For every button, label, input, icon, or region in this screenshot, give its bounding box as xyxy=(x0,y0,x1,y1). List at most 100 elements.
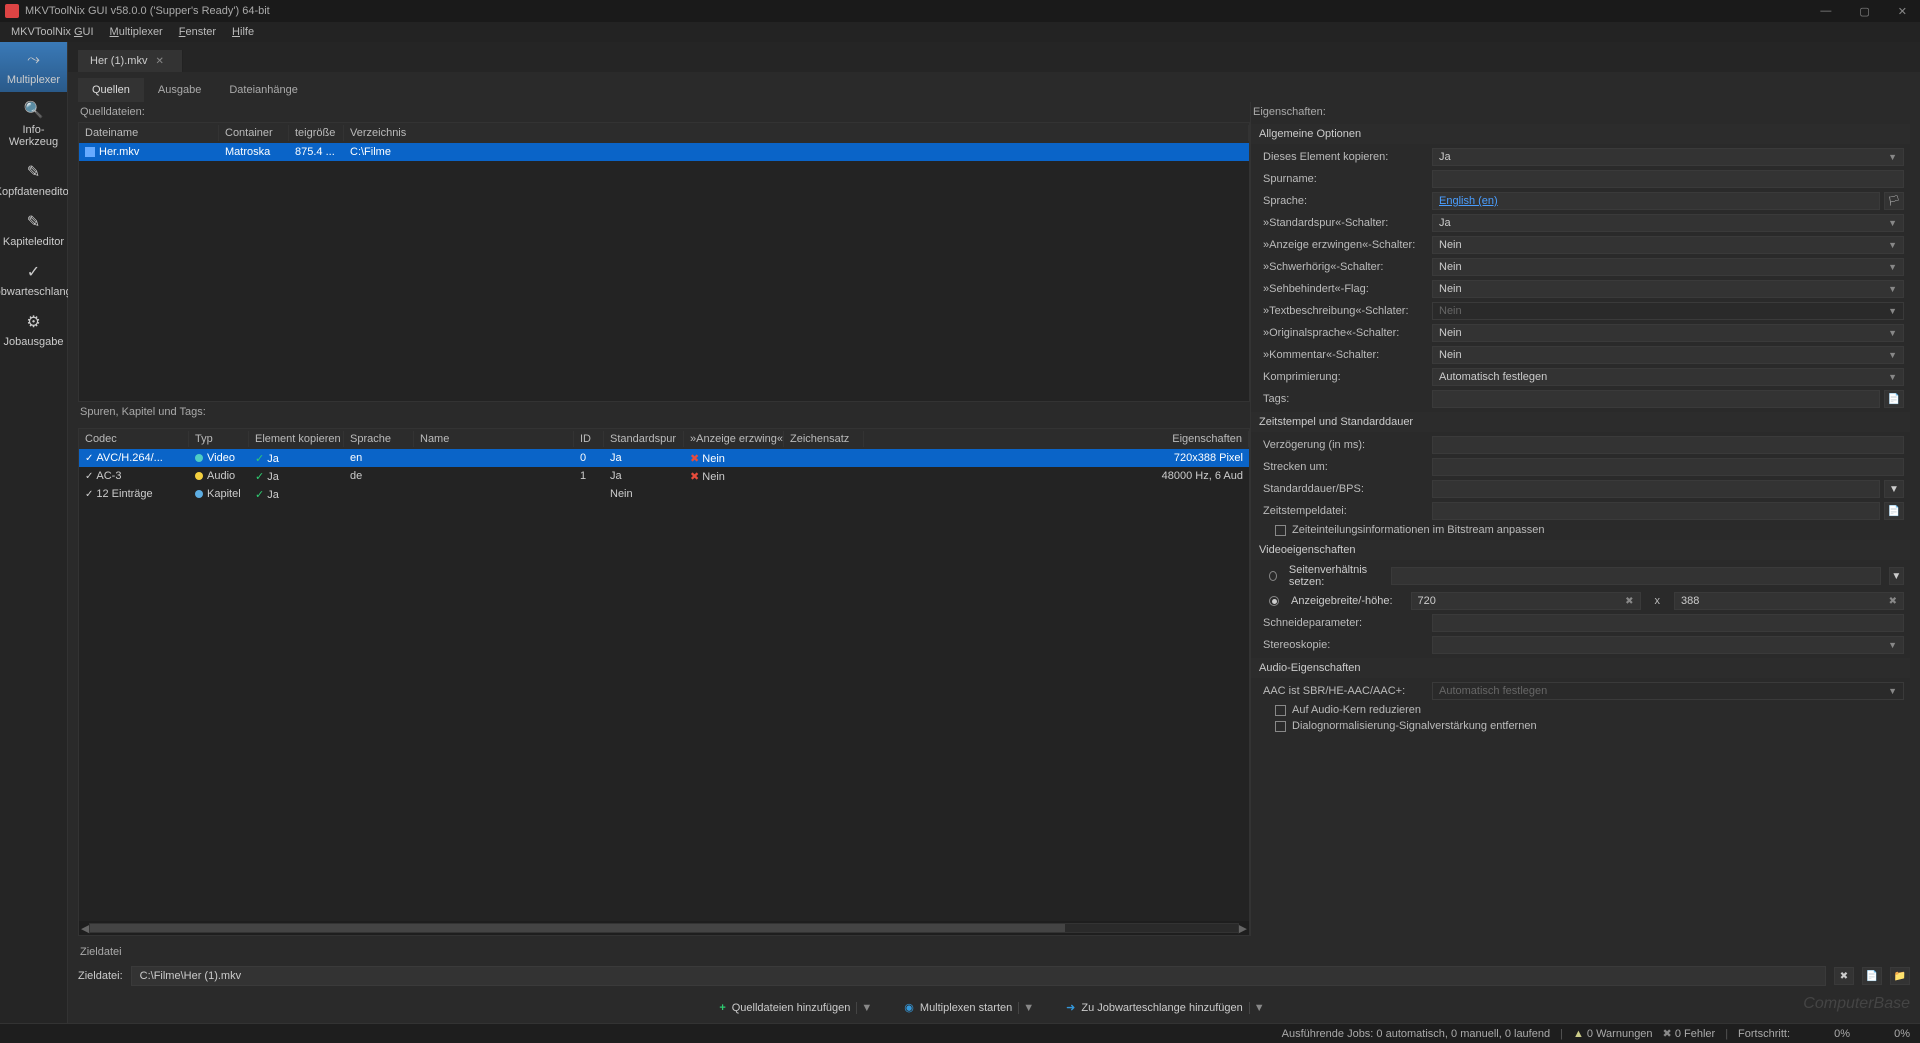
chapter-editor-icon: ✎ xyxy=(22,210,46,234)
properties-label: Eigenschaften: xyxy=(1251,102,1910,122)
status-progress-label: Fortschritt: xyxy=(1738,1028,1790,1040)
track-row[interactable]: AVC/H.264/...VideoJaen0JaNein720x388 Pix… xyxy=(79,449,1249,467)
original-language-dropdown[interactable]: Nein▼ xyxy=(1432,324,1904,342)
chevron-down-icon: ▼ xyxy=(1888,372,1897,382)
timestamp-browse-button[interactable]: 📄 xyxy=(1884,502,1904,520)
chevron-down-icon[interactable]: ▼ xyxy=(856,1002,876,1014)
aspect-ratio-radio[interactable]: Seitenverhältnis setzen:▼ xyxy=(1251,562,1910,590)
chevron-down-icon: ▼ xyxy=(1888,328,1897,338)
track-row[interactable]: AC-3AudioJade1JaNein48000 Hz, 6 Aud xyxy=(79,467,1249,485)
duration-dropdown-button[interactable]: ▼ xyxy=(1884,480,1904,498)
scroll-left-icon[interactable]: ◀ xyxy=(81,922,89,935)
reduce-audio-core-checkbox[interactable]: Auf Audio-Kern reduzieren xyxy=(1251,702,1910,718)
info-icon: 🔍 xyxy=(22,98,46,122)
add-to-queue-button[interactable]: ➜Zu Jobwarteschlange hinzufügen▼ xyxy=(1056,998,1279,1017)
cropping-input[interactable] xyxy=(1432,614,1904,632)
tracks-horizontal-scrollbar[interactable]: ◀ ▶ xyxy=(79,921,1249,935)
tab-ausgabe[interactable]: Ausgabe xyxy=(144,78,215,102)
checkbox-icon xyxy=(1275,525,1286,536)
delay-input[interactable] xyxy=(1432,436,1904,454)
track-row[interactable]: 12 EinträgeKapitelJaNein xyxy=(79,485,1249,503)
timestamp-file-input[interactable] xyxy=(1432,502,1880,520)
source-files-table[interactable]: Dateiname Container teigröße Verzeichnis… xyxy=(78,122,1250,402)
tab-quellen[interactable]: Quellen xyxy=(78,78,144,102)
commentary-dropdown[interactable]: Nein▼ xyxy=(1432,346,1904,364)
status-errors[interactable]: 0 Fehler xyxy=(1663,1027,1716,1040)
status-jobs: Ausführende Jobs: 0 automatisch, 0 manue… xyxy=(1282,1028,1550,1040)
section-general-options: Allgemeine Optionen xyxy=(1251,124,1910,144)
multiplexer-icon: ⤳ xyxy=(22,48,46,72)
scrollbar-thumb[interactable] xyxy=(90,924,1065,932)
default-duration-input[interactable] xyxy=(1432,480,1880,498)
tool-sidebar: ⤳ Multiplexer 🔍 Info-Werkzeug ✎ Kopfdate… xyxy=(0,42,68,1023)
queue-icon: ➜ xyxy=(1066,1001,1075,1014)
aspect-ratio-input[interactable] xyxy=(1391,567,1881,585)
tracks-label: Spuren, Kapitel und Tags: xyxy=(78,402,1250,422)
chevron-down-icon[interactable]: ▼ xyxy=(1249,1002,1269,1014)
visual-impaired-dropdown[interactable]: Nein▼ xyxy=(1432,280,1904,298)
remove-dialog-norm-checkbox[interactable]: Dialognormalisierung-Signalverstärkung e… xyxy=(1251,718,1910,734)
scroll-right-icon[interactable]: ▶ xyxy=(1239,922,1247,935)
stereoscopy-dropdown[interactable]: ▼ xyxy=(1432,636,1904,654)
sidebar-job-queue[interactable]: ✓ Jobwarteschlange xyxy=(0,254,67,304)
forced-display-dropdown[interactable]: Nein▼ xyxy=(1432,236,1904,254)
default-track-dropdown[interactable]: Ja▼ xyxy=(1432,214,1904,232)
status-warnings[interactable]: 0 Warnungen xyxy=(1573,1028,1653,1040)
job-output-icon: ⚙ xyxy=(22,310,46,334)
sidebar-header-editor[interactable]: ✎ Kopfdateneditor xyxy=(0,154,67,204)
stretch-input[interactable] xyxy=(1432,458,1904,476)
tags-input[interactable] xyxy=(1432,390,1880,408)
chevron-down-icon: ▼ xyxy=(1888,350,1897,360)
clear-destination-button[interactable]: ✖ xyxy=(1834,967,1854,985)
hearing-impaired-dropdown[interactable]: Nein▼ xyxy=(1432,258,1904,276)
clear-height-icon[interactable]: ✖ xyxy=(1889,596,1897,607)
add-source-files-button[interactable]: +Quelldateien hinzufügen▼ xyxy=(709,998,886,1017)
sidebar-job-output[interactable]: ⚙ Jobausgabe xyxy=(0,304,67,354)
app-icon xyxy=(5,4,19,18)
maximize-button[interactable]: ▢ xyxy=(1851,5,1877,18)
start-multiplexing-button[interactable]: ◉Multiplexen starten▼ xyxy=(894,998,1048,1017)
language-browse-button[interactable]: 🏳 xyxy=(1884,192,1904,210)
tracks-table[interactable]: Codec Typ Element kopieren Sprache Name … xyxy=(78,428,1250,936)
source-file-row[interactable]: Her.mkv Matroska 875.4 ... C:\Filme xyxy=(79,143,1249,161)
menu-multiplexer[interactable]: Multiplexer xyxy=(102,26,171,38)
destination-section-label: Zieldatei xyxy=(78,942,1910,962)
properties-panel: Eigenschaften: Allgemeine Optionen Diese… xyxy=(1250,102,1910,936)
chevron-down-icon: ▼ xyxy=(1888,262,1897,272)
close-tab-icon[interactable]: ✕ xyxy=(155,56,163,67)
copy-element-dropdown[interactable]: Ja▼ xyxy=(1432,148,1904,166)
checkbox-icon xyxy=(1275,721,1286,732)
browse-destination-button[interactable]: 📄 xyxy=(1862,967,1882,985)
header-editor-icon: ✎ xyxy=(22,160,46,184)
compression-dropdown[interactable]: Automatisch festlegen▼ xyxy=(1432,368,1904,386)
sidebar-chapter-editor[interactable]: ✎ Kapiteleditor xyxy=(0,204,67,254)
destination-input[interactable]: C:\Filme\Her (1).mkv xyxy=(131,966,1826,986)
sidebar-multiplexer[interactable]: ⤳ Multiplexer xyxy=(0,42,67,92)
menu-mkvtoolnix-gui[interactable]: MKVToolNix GUI xyxy=(3,26,102,38)
recent-destination-button[interactable]: 📁 xyxy=(1890,967,1910,985)
bitstream-timing-checkbox[interactable]: Zeiteinteilungsinformationen im Bitstrea… xyxy=(1251,522,1910,538)
menu-hilfe[interactable]: Hilfe xyxy=(224,26,262,38)
tab-dateianhaenge[interactable]: Dateianhänge xyxy=(215,78,312,102)
status-bar: Ausführende Jobs: 0 automatisch, 0 manue… xyxy=(0,1023,1920,1043)
close-button[interactable]: ✕ xyxy=(1890,5,1915,18)
radio-icon xyxy=(1269,571,1277,581)
chevron-down-icon: ▼ xyxy=(1888,306,1897,316)
destination-label: Zieldatei: xyxy=(78,970,123,982)
clear-width-icon[interactable]: ✖ xyxy=(1625,596,1633,607)
tags-browse-button[interactable]: 📄 xyxy=(1884,390,1904,408)
display-height-input[interactable]: 388✖ xyxy=(1674,592,1904,610)
display-dims-radio[interactable]: Anzeigebreite/-höhe: 720✖ x 388✖ xyxy=(1251,590,1910,612)
display-width-input[interactable]: 720✖ xyxy=(1411,592,1641,610)
language-field[interactable]: English (en) xyxy=(1432,192,1880,210)
tracks-header: Codec Typ Element kopieren Sprache Name … xyxy=(79,429,1249,449)
menu-fenster[interactable]: Fenster xyxy=(171,26,224,38)
file-tab-her[interactable]: Her (1).mkv ✕ xyxy=(78,50,183,72)
minimize-button[interactable]: — xyxy=(1812,5,1839,18)
aspect-ratio-dropdown[interactable]: ▼ xyxy=(1889,567,1904,585)
chevron-down-icon[interactable]: ▼ xyxy=(1018,1002,1038,1014)
title-bar: MKVToolNix GUI v58.0.0 ('Supper's Ready'… xyxy=(0,0,1920,22)
track-name-input[interactable] xyxy=(1432,170,1904,188)
sidebar-info-tool[interactable]: 🔍 Info-Werkzeug xyxy=(0,92,67,154)
play-icon: ◉ xyxy=(904,1001,914,1014)
